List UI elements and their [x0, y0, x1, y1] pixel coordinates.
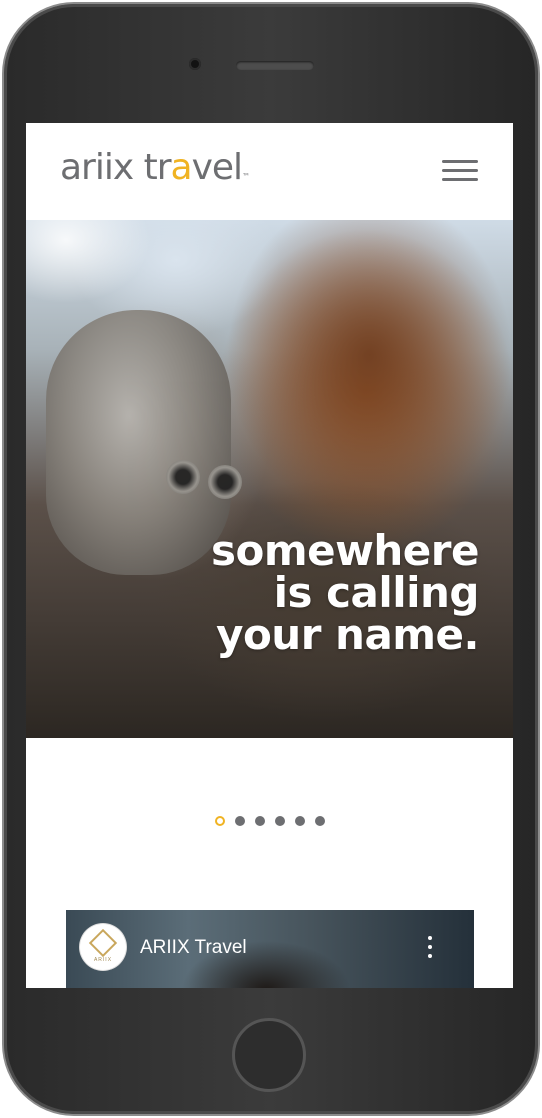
kebab-dot	[428, 954, 432, 958]
avatar-logo-text: ARIIX	[93, 957, 113, 963]
embedded-video[interactable]: ARIIX ARIIX Travel	[66, 910, 474, 988]
headline-line-3: your name.	[216, 610, 479, 659]
carousel-pagination	[215, 816, 335, 828]
menu-bar-bottom	[442, 178, 478, 181]
headline-line-2: is calling	[273, 568, 480, 617]
ariix-travel-logo[interactable]: ariix travel™	[60, 147, 250, 188]
ariix-diamond-logo-icon	[88, 928, 118, 958]
hamburger-menu-icon[interactable]	[442, 156, 480, 186]
carousel-dot[interactable]	[315, 816, 325, 826]
carousel-dot[interactable]	[235, 816, 245, 826]
binocular-viewer-image	[46, 310, 242, 575]
screen: ariix travel™ somewhere is calling your …	[26, 123, 513, 988]
logo-text-main: ariix tr	[60, 147, 172, 188]
menu-bar-middle	[442, 169, 478, 172]
carousel-dot-active[interactable]	[215, 816, 225, 826]
carousel-dot[interactable]	[255, 816, 265, 826]
home-button[interactable]	[232, 1018, 306, 1092]
hero-headline: somewhere is calling your name.	[211, 526, 480, 659]
logo-text-accent: a	[170, 147, 193, 188]
more-vertical-icon[interactable]	[424, 936, 436, 960]
earpiece-speaker	[236, 61, 314, 70]
windblown-hair-image	[226, 220, 513, 520]
front-camera	[189, 58, 201, 70]
video-channel-title[interactable]: ARIIX Travel	[140, 937, 247, 959]
carousel-dot[interactable]	[275, 816, 285, 826]
menu-bar-top	[442, 160, 478, 163]
hero-image: somewhere is calling your name.	[26, 220, 513, 738]
site-header: ariix travel™	[26, 123, 513, 220]
logo-trademark: ™	[242, 172, 251, 181]
carousel-dot[interactable]	[295, 816, 305, 826]
logo-text-end: vel	[191, 147, 243, 188]
kebab-dot	[428, 936, 432, 940]
viewer-eyepiece-left	[166, 460, 200, 494]
headline-line-1: somewhere	[211, 526, 480, 575]
phone-frame: ariix travel™ somewhere is calling your …	[4, 4, 538, 1114]
kebab-dot	[428, 945, 432, 949]
channel-avatar[interactable]: ARIIX	[80, 924, 126, 970]
